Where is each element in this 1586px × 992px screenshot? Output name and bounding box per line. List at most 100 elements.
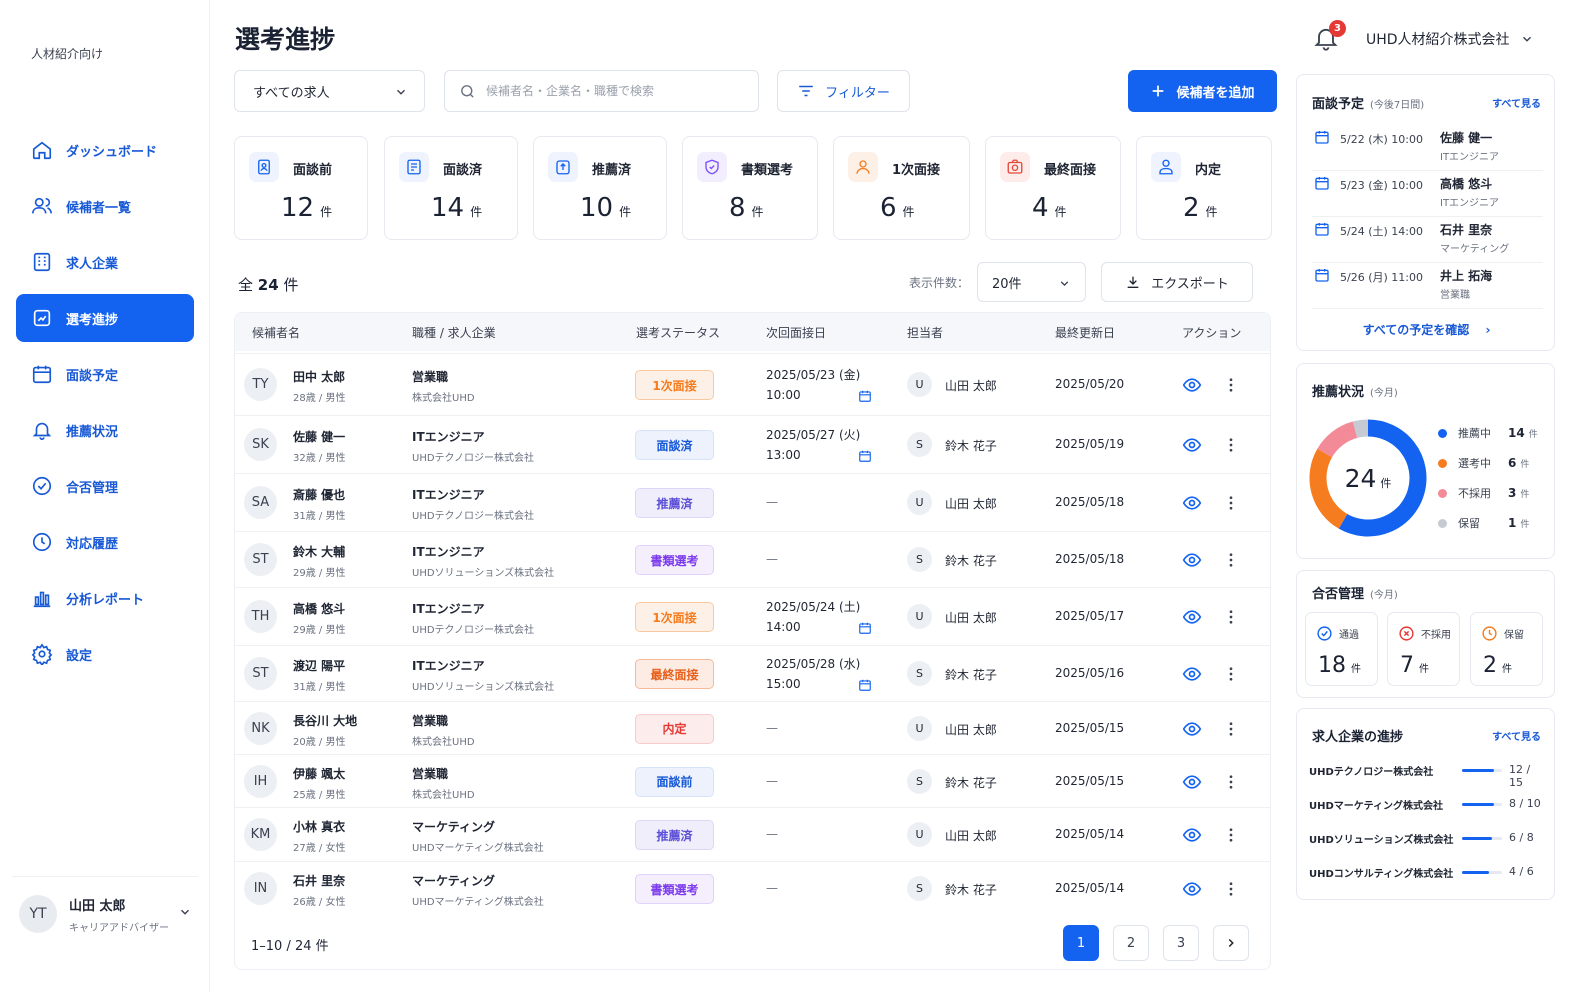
passfail-onhold[interactable]: 保留 2件 [1470, 612, 1543, 686]
candidate-name[interactable]: 鈴木 大輔 [293, 543, 345, 560]
company-name[interactable]: UHD人材紹介株式会社 [1366, 29, 1510, 49]
more-options-icon[interactable] [1222, 665, 1240, 683]
sidebar-item-history[interactable]: 対応履歴 [16, 518, 194, 566]
candidate-name[interactable]: 渡辺 陽平 [293, 657, 345, 674]
passfail-value: 2件 [1483, 653, 1512, 678]
user-menu[interactable]: YT 山田 太郎 キャリアアドバイザー [12, 876, 198, 951]
company-progress-item[interactable]: UHDコンサルティング株式会社 4 / 6 [1309, 863, 1544, 883]
interview-item[interactable]: 5/23 (金) 10:00 高橋 悠斗 ITエンジニア [1312, 173, 1543, 217]
candidate-name[interactable]: 石井 里奈 [293, 872, 345, 889]
candidate-name[interactable]: 田中 太郎 [293, 368, 345, 385]
table-row[interactable]: TY 田中 太郎 28歳 / 男性 営業職 株式会社UHD 1次面接 2025/05/23 … [235, 353, 1270, 415]
see-all-link[interactable]: すべて見る [1492, 95, 1541, 110]
view-icon[interactable] [1182, 493, 1202, 513]
more-options-icon[interactable] [1222, 608, 1240, 626]
view-icon[interactable] [1182, 879, 1202, 899]
table-row[interactable]: TH 高橋 悠斗 29歳 / 男性 ITエンジニア UHDテクノロジー株式会社 1次面接 2… [235, 587, 1270, 645]
sidebar-item-reports[interactable]: 分析レポート [16, 574, 194, 622]
per-page-select[interactable]: 20件 [977, 262, 1086, 302]
table-row[interactable]: KM 小林 真衣 27歳 / 女性 マーケティング UHDマーケティング株式会社 推薦済 —… [235, 807, 1270, 861]
interview-item[interactable]: 5/22 (木) 10:00 佐藤 健一 ITエンジニア [1312, 127, 1543, 171]
export-button[interactable]: エクスポート [1101, 262, 1253, 302]
view-icon[interactable] [1182, 435, 1202, 455]
passfail-rejected[interactable]: 不採用 7件 [1387, 612, 1460, 686]
table-row[interactable]: IH 伊藤 颯太 25歳 / 男性 営業職 株式会社UHD 面談前 — S 鈴木 花子 2025/… [235, 754, 1270, 807]
table-row[interactable]: SA 斎藤 優也 31歳 / 男性 ITエンジニア UHDテクノロジー株式会社 推薦済 — U… [235, 473, 1270, 531]
stat-card-interviewed[interactable]: 面談済 14 件 [384, 136, 518, 240]
x-circle-icon [1399, 626, 1414, 641]
page-button-1[interactable]: 1 [1063, 925, 1099, 961]
page-button-2[interactable]: 2 [1113, 925, 1149, 961]
interview-item[interactable]: 5/26 (月) 11:00 井上 拓海 営業職 [1312, 265, 1543, 309]
stat-card-first-interview[interactable]: 1次面接 6件 [833, 136, 970, 240]
calendar-icon[interactable] [858, 389, 872, 403]
passfail-passed[interactable]: 通過 18 件 [1305, 612, 1378, 686]
table-row[interactable]: ST 鈴木 大輔 29歳 / 男性 ITエンジニア UHDソリューションズ株式会社 書類選… [235, 531, 1270, 587]
candidate-name[interactable]: 高橋 悠斗 [293, 600, 345, 617]
view-icon[interactable] [1182, 825, 1202, 845]
more-options-icon[interactable] [1222, 720, 1240, 738]
sidebar-item-candidates[interactable]: 候補者一覧 [16, 182, 194, 230]
calendar-icon[interactable] [858, 621, 872, 635]
stat-card-offer[interactable]: 内定 2件 [1136, 136, 1272, 240]
next-page-button[interactable] [1213, 925, 1249, 961]
table-row[interactable]: SK 佐藤 健一 32歳 / 男性 ITエンジニア UHDテクノロジー株式会社 面談済 20… [235, 415, 1270, 473]
sidebar-item-dashboard[interactable]: ダッシュボード [16, 126, 194, 174]
view-icon[interactable] [1182, 375, 1202, 395]
calendar-icon[interactable] [858, 678, 872, 692]
stat-card-pre-interview[interactable]: 面談前 12 件 [234, 136, 368, 240]
stat-card-final-interview[interactable]: 最終面接 4件 [985, 136, 1121, 240]
sidebar-item-progress[interactable]: 選考進捗 [16, 294, 194, 342]
more-options-icon[interactable] [1222, 494, 1240, 512]
column-header[interactable]: 候補者名 [252, 324, 300, 341]
more-options-icon[interactable] [1222, 773, 1240, 791]
candidate-name[interactable]: 斎藤 優也 [293, 486, 345, 503]
stat-card-recommended[interactable]: 推薦済 10 件 [533, 136, 667, 240]
chevron-down-icon[interactable] [1520, 32, 1534, 46]
view-icon[interactable] [1182, 607, 1202, 627]
stat-card-document-screening[interactable]: 書類選考 8件 [682, 136, 818, 240]
more-options-icon[interactable] [1222, 551, 1240, 569]
see-all-link[interactable]: すべて見る [1492, 728, 1541, 743]
more-options-icon[interactable] [1222, 826, 1240, 844]
interview-item[interactable]: 5/24 (土) 14:00 石井 里奈 マーケティング [1312, 219, 1543, 263]
sidebar-item-passfail[interactable]: 合否管理 [16, 462, 194, 510]
sidebar-item-companies[interactable]: 求人企業 [16, 238, 194, 286]
view-icon[interactable] [1182, 719, 1202, 739]
company-progress-item[interactable]: UHDソリューションズ株式会社 6 / 8 [1309, 829, 1544, 849]
view-icon[interactable] [1182, 664, 1202, 684]
candidate-name[interactable]: 長谷川 大地 [293, 712, 357, 729]
sidebar-item-settings[interactable]: 設定 [16, 630, 194, 678]
calendar-icon[interactable] [858, 449, 872, 463]
more-options-icon[interactable] [1222, 436, 1240, 454]
table-row[interactable]: NK 長谷川 大地 20歳 / 男性 営業職 株式会社UHD 内定 — U 山田 太郎 2025/… [235, 701, 1270, 754]
view-all-schedule-link[interactable]: すべての予定を確認 › [1297, 321, 1556, 338]
sidebar-item-recommend[interactable]: 推薦状況 [16, 406, 194, 454]
add-candidate-button[interactable]: 候補者を追加 [1128, 70, 1277, 112]
table-row[interactable]: IN 石井 里奈 26歳 / 女性 マーケティング UHDマーケティング株式会社 書類選考… [235, 861, 1270, 915]
more-options-icon[interactable] [1222, 880, 1240, 898]
stat-label: 面談前 [293, 163, 333, 178]
job-filter-select[interactable]: すべての求人 [234, 70, 425, 112]
filter-button[interactable]: フィルター [777, 70, 910, 112]
column-header[interactable]: 担当者 [907, 324, 943, 341]
notification-button[interactable]: 3 [1312, 20, 1346, 54]
view-icon[interactable] [1182, 772, 1202, 792]
company-progress-item[interactable]: UHDテクノロジー株式会社 12 / 15 [1309, 761, 1544, 789]
column-header[interactable]: 次回面接日 [766, 324, 826, 341]
candidate-name[interactable]: 伊藤 颯太 [293, 765, 345, 782]
last-updated: 2025/05/19 [1055, 437, 1125, 451]
column-header[interactable]: 最終更新日 [1055, 324, 1115, 341]
column-header[interactable]: 選考ステータス [636, 324, 720, 341]
candidate-name[interactable]: 小林 真衣 [293, 818, 345, 835]
interview-schedule-card: 面談予定 (今後7日間) すべて見る 5/22 (木) 10:00 佐藤 健一 I… [1296, 74, 1555, 351]
table-row[interactable]: ST 渡辺 陽平 31歳 / 男性 ITエンジニア UHDソリューションズ株式会社 最終面… [235, 645, 1270, 701]
more-options-icon[interactable] [1222, 376, 1240, 394]
view-icon[interactable] [1182, 550, 1202, 570]
column-header[interactable]: 職種 / 求人企業 [412, 324, 496, 341]
page-button-3[interactable]: 3 [1163, 925, 1199, 961]
sidebar-item-interviews[interactable]: 面談予定 [16, 350, 194, 398]
company-progress-item[interactable]: UHDマーケティング株式会社 8 / 10 [1309, 795, 1544, 815]
search-input[interactable] [486, 84, 736, 98]
candidate-name[interactable]: 佐藤 健一 [293, 428, 345, 445]
